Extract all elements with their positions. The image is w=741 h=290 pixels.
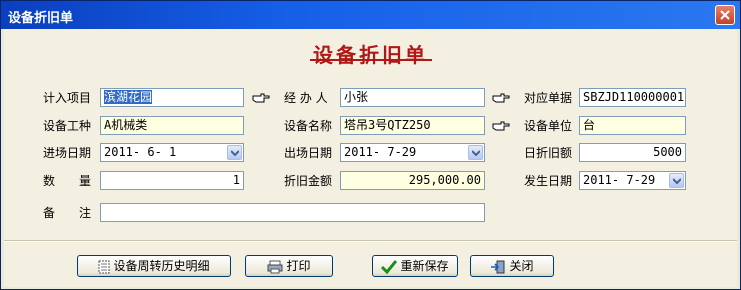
entry-date-label: 进场日期 — [43, 146, 92, 160]
voucher-field[interactable]: SBZJD110000001 — [579, 88, 686, 107]
equipment-name-field[interactable]: 塔吊3号QTZ250 — [340, 116, 485, 135]
work-type-field[interactable]: A机械类 — [100, 116, 244, 135]
close-label: 关闭 — [509, 259, 534, 273]
depreciation-amount-label: 折旧金额 — [284, 174, 333, 188]
remark-label: 备 注 — [43, 206, 92, 220]
form-body: 设备折旧单 计入项目 滨湖花园 经 办 人 小张 对应单据 SBZJD11000… — [4, 29, 737, 287]
handler-label: 经 办 人 — [284, 91, 328, 105]
window-title: 设备折旧单 — [8, 11, 74, 26]
close-icon — [720, 10, 730, 20]
close-window-button[interactable] — [715, 5, 735, 25]
heading-underline — [310, 59, 432, 61]
dropdown-button[interactable] — [468, 145, 483, 160]
dialog-window: 设备折旧单 设备折旧单 计入项目 滨湖花园 经 办 人 小张 对应单据 SBZJ… — [0, 0, 741, 290]
resave-label: 重新保存 — [400, 259, 449, 273]
close-button[interactable]: 关闭 — [470, 255, 554, 277]
checkmark-icon — [381, 259, 398, 274]
equipment-unit-field[interactable]: 台 — [579, 116, 686, 135]
voucher-label: 对应单据 — [524, 91, 573, 105]
entry-date-picker[interactable]: 2011- 6- 1 — [100, 143, 244, 162]
printer-icon — [267, 260, 283, 273]
handler-field[interactable]: 小张 — [340, 88, 485, 107]
project-value: 滨湖花园 — [104, 90, 153, 104]
history-detail-button[interactable]: 设备周转历史明细 — [77, 255, 231, 277]
entry-date-value: 2011- 6- 1 — [104, 145, 177, 159]
document-icon — [98, 260, 110, 273]
work-type-label: 设备工种 — [43, 119, 92, 133]
chevron-down-icon — [673, 178, 681, 184]
dropdown-button[interactable] — [227, 145, 242, 160]
exit-date-value: 2011- 7-29 — [344, 145, 417, 159]
resave-button[interactable]: 重新保存 — [372, 255, 458, 277]
quantity-label: 数 量 — [43, 174, 92, 188]
project-field[interactable]: 滨湖花园 — [100, 88, 244, 107]
pointing-hand-icon[interactable] — [492, 92, 510, 104]
remark-field[interactable] — [100, 203, 485, 222]
occur-date-value: 2011- 7-29 — [583, 173, 656, 187]
print-button[interactable]: 打印 — [245, 255, 333, 277]
chevron-down-icon — [231, 150, 239, 156]
form-heading: 设备折旧单 — [313, 43, 428, 67]
occur-date-picker[interactable]: 2011- 7-29 — [579, 171, 686, 190]
quantity-field[interactable]: 1 — [100, 171, 244, 190]
dropdown-button[interactable] — [669, 173, 684, 188]
history-detail-label: 设备周转历史明细 — [113, 259, 210, 273]
exit-date-label: 出场日期 — [284, 146, 333, 160]
divider — [4, 240, 737, 242]
equipment-unit-label: 设备单位 — [524, 119, 573, 133]
equipment-name-label: 设备名称 — [284, 119, 333, 133]
print-label: 打印 — [286, 259, 311, 273]
chevron-down-icon — [472, 150, 480, 156]
project-label: 计入项目 — [43, 91, 92, 105]
title-bar[interactable]: 设备折旧单 — [1, 1, 740, 29]
daily-depreciation-label: 日折旧额 — [524, 146, 573, 160]
occur-date-label: 发生日期 — [524, 174, 573, 188]
daily-depreciation-field[interactable]: 5000 — [579, 143, 686, 162]
exit-date-picker[interactable]: 2011- 7-29 — [340, 143, 485, 162]
exit-door-icon — [491, 260, 505, 273]
depreciation-amount-field[interactable]: 295,000.00 — [340, 171, 485, 190]
pointing-hand-icon[interactable] — [492, 120, 510, 132]
pointing-hand-icon[interactable] — [252, 92, 270, 104]
